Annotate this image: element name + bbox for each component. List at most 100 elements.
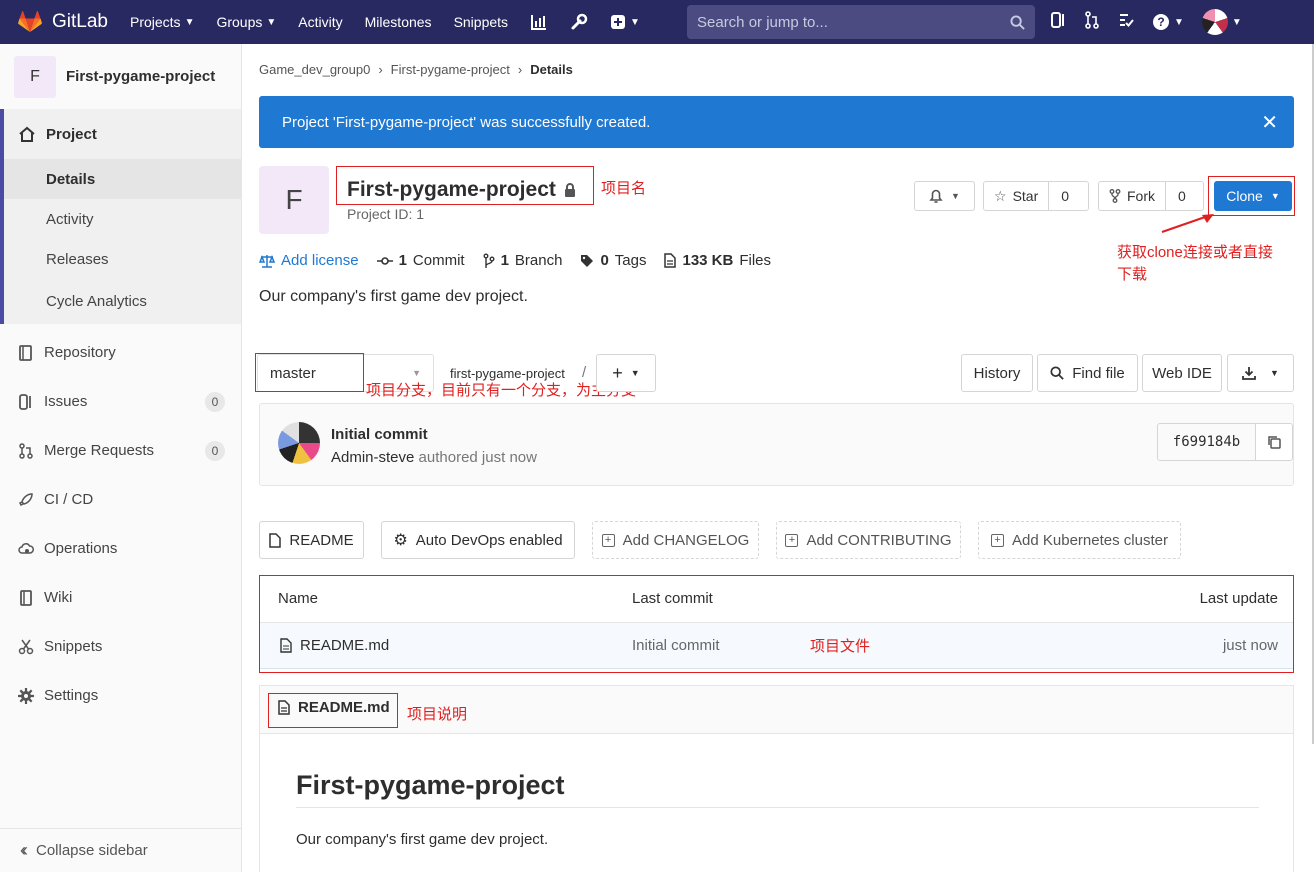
tags-stat[interactable]: 0 Tags (580, 252, 646, 269)
star-button[interactable]: ☆ Star 0 (983, 181, 1089, 211)
todo-check-icon[interactable] (1118, 12, 1134, 32)
annotation-project-name: 项目名 (601, 180, 647, 197)
annotation-box-readme (268, 693, 398, 728)
nav-projects-label: Projects (129, 14, 181, 30)
breadcrumb-current[interactable]: Details (530, 62, 573, 77)
add-kubernetes-cluster-button[interactable]: + Add Kubernetes cluster (978, 521, 1181, 559)
sidebar-item-project[interactable]: Project (4, 109, 241, 159)
find-file-label: Find file (1072, 364, 1125, 382)
gear-icon (18, 687, 34, 704)
sidebar-item-repository[interactable]: Repository (0, 328, 241, 377)
commit-sha[interactable]: f699184b (1157, 423, 1256, 461)
commits-label: Commit (412, 252, 465, 269)
web-ide-button[interactable]: Web IDE (1142, 354, 1222, 392)
chevron-down-icon: ▼ (630, 368, 640, 378)
success-alert: Project 'First-pygame-project' was succe… (259, 96, 1294, 148)
sidebar-sub-details[interactable]: Details (4, 159, 241, 199)
copy-icon[interactable] (1255, 423, 1293, 461)
chevron-right-icon: › (378, 62, 383, 77)
add-contributing-button[interactable]: + Add CONTRIBUTING (776, 521, 961, 559)
project-avatar: F (259, 166, 329, 234)
help-icon[interactable]: ? ▼ (1152, 13, 1184, 31)
commit-title[interactable]: Initial commit (331, 426, 428, 443)
add-changelog-button[interactable]: + Add CHANGELOG (592, 521, 759, 559)
sidebar-item-wiki[interactable]: Wiki (0, 573, 241, 622)
branches-stat[interactable]: 1 Branch (483, 252, 562, 269)
download-dropdown[interactable]: ▼ (1227, 354, 1294, 392)
star-icon: ☆ (994, 187, 1007, 204)
plus-square-icon: + (785, 533, 799, 547)
sidebar-project-header[interactable]: F First-pygame-project (0, 44, 241, 109)
breadcrumb: Game_dev_group0 › First-pygame-project ›… (259, 62, 573, 77)
commit-author[interactable]: Admin-steve (331, 449, 414, 466)
commits-stat[interactable]: 1 Commit (376, 252, 465, 269)
sidebar-sub-cycle-analytics[interactable]: Cycle Analytics (4, 279, 241, 324)
fork-label: Fork (1127, 188, 1155, 204)
sidebar-item-operations[interactable]: Operations (0, 524, 241, 573)
merge-request-icon[interactable] (1084, 11, 1100, 33)
wrench-icon[interactable] (570, 13, 588, 31)
commit-author-avatar[interactable] (278, 422, 320, 464)
nav-snippets[interactable]: Snippets (454, 14, 508, 30)
branch-icon (483, 253, 495, 268)
nav-activity[interactable]: Activity (298, 14, 342, 30)
sidebar-sub-releases[interactable]: Releases (4, 239, 241, 279)
fork-button[interactable]: Fork 0 (1098, 181, 1204, 211)
chevron-down-icon: ▼ (951, 191, 960, 201)
sidebar-item-label: Settings (44, 687, 99, 704)
add-kubernetes-cluster-label: Add Kubernetes cluster (1012, 531, 1168, 549)
file-icon (269, 532, 282, 548)
chevron-down-icon: ▼ (412, 368, 421, 378)
user-avatar[interactable]: ▼ (1201, 9, 1242, 35)
nav-milestones[interactable]: Milestones (365, 14, 432, 30)
sidebar-item-settings[interactable]: Settings (0, 671, 241, 720)
sidebar-item-ci-cd[interactable]: CI / CD (0, 475, 241, 524)
issues-icon[interactable] (1050, 11, 1066, 33)
find-file-button[interactable]: Find file (1037, 354, 1138, 392)
annotation-box-branch (255, 353, 364, 392)
sidebar-sub-activity[interactable]: Activity (4, 199, 241, 239)
auto-devops-button[interactable]: ⚙ Auto DevOps enabled (381, 521, 575, 559)
nav-projects[interactable]: Projects ▼ (130, 14, 194, 30)
tag-icon (581, 254, 594, 267)
files-label: Files (739, 252, 772, 269)
search-icon (1010, 14, 1025, 30)
search-input[interactable]: Search or jump to... (687, 5, 1035, 39)
nav-right-icons: ? ▼ ▼ (1050, 0, 1242, 44)
breadcrumb-group[interactable]: Game_dev_group0 (259, 62, 370, 77)
project-stats: Add license 1 Commit 1 Branch 0 Tags 133… (259, 252, 771, 269)
add-license-link[interactable]: Add license (259, 252, 359, 269)
nav-groups-label: Groups (216, 14, 263, 30)
chart-bar-icon[interactable] (530, 13, 548, 31)
collapse-sidebar-button[interactable]: ‹‹ Collapse sidebar (0, 828, 241, 872)
nav-groups[interactable]: Groups ▼ (216, 14, 276, 30)
history-label: History (973, 364, 1021, 382)
sidebar-item-issues[interactable]: Issues 0 (0, 377, 241, 426)
notifications-dropdown[interactable]: ▼ (914, 181, 975, 211)
gitlab-logo[interactable]: GitLab (18, 11, 108, 33)
files-stat[interactable]: 133 KB Files (664, 252, 771, 269)
history-button[interactable]: History (961, 354, 1033, 392)
close-icon[interactable]: ✕ (1261, 110, 1278, 135)
star-label: Star (1012, 188, 1039, 204)
readme-heading: First-pygame-project (296, 770, 1259, 808)
brand-name: GitLab (52, 11, 108, 32)
annotation-box-files (259, 575, 1294, 673)
sidebar-item-merge-requests[interactable]: Merge Requests 0 (0, 426, 241, 475)
annotation-files: 项目文件 (810, 638, 871, 655)
add-to-tree-dropdown[interactable]: + ▼ (596, 354, 656, 392)
fork-count[interactable]: 0 (1165, 182, 1198, 210)
merge-requests-count-badge: 0 (205, 440, 225, 461)
plus-square-dropdown-icon[interactable]: ▼ (610, 14, 640, 30)
annotation-clone: 获取clone连接或者直接下载 (1117, 244, 1273, 283)
project-description: Our company's first game dev project. (259, 288, 528, 305)
readme-content: First-pygame-project Our company's first… (259, 733, 1294, 872)
sidebar-item-label: Operations (44, 540, 118, 557)
last-commit-panel: Initial commit Admin-steve authored just… (259, 403, 1294, 486)
readme-link-button[interactable]: README (259, 521, 364, 559)
breadcrumb-project[interactable]: First-pygame-project (391, 62, 510, 77)
star-count[interactable]: 0 (1048, 182, 1081, 210)
sidebar-item-snippets[interactable]: Snippets (0, 622, 241, 671)
repo-path[interactable]: first-pygame-project (450, 366, 565, 381)
project-sidebar: F First-pygame-project Project Details A… (0, 44, 242, 872)
